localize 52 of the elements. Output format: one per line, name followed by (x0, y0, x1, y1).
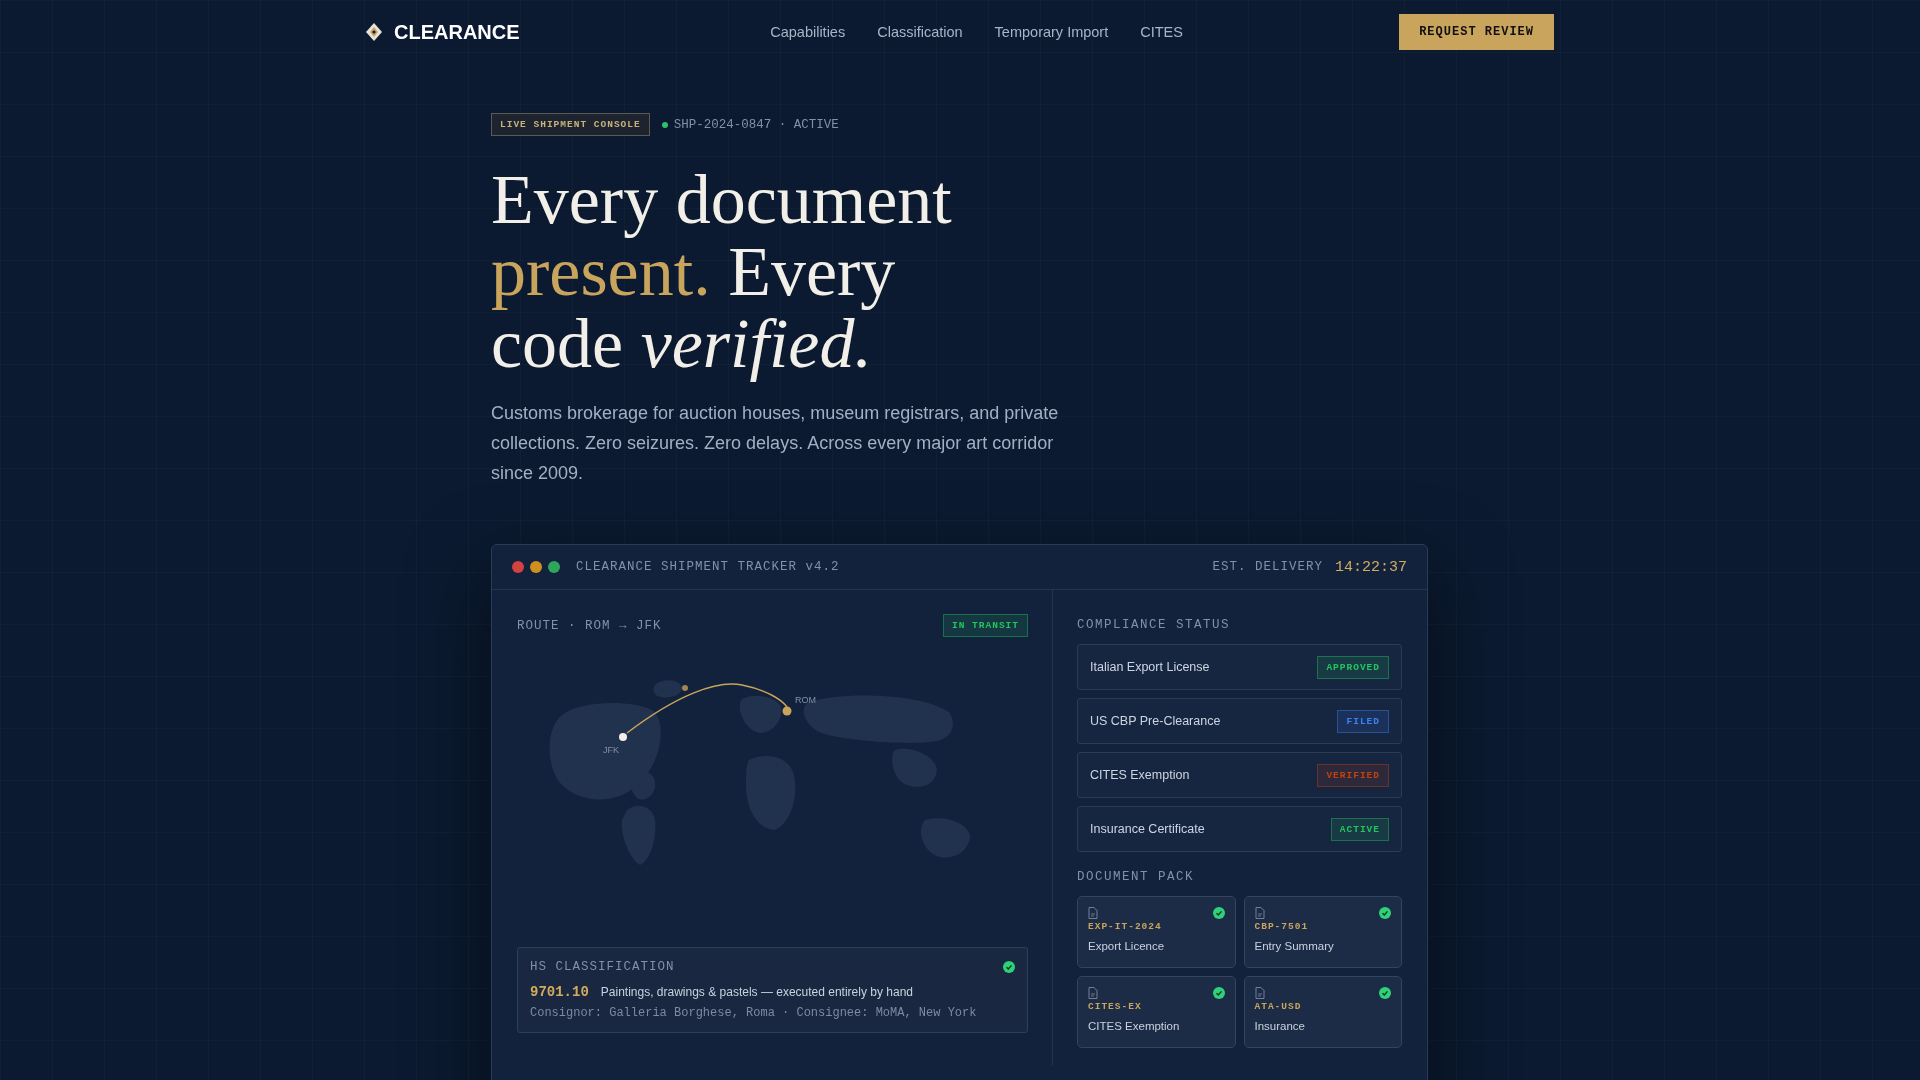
document-code: EXP-IT-2024 (1088, 921, 1163, 932)
transit-badge: IN TRANSIT (943, 614, 1028, 637)
nav-link[interactable]: CITES (1140, 24, 1183, 40)
document-name: Entry Summary (1254, 940, 1335, 952)
compliance-name: CITES Exemption (1090, 768, 1190, 782)
brand-name: CLEARANCE (394, 20, 520, 44)
hs-description: Paintings, drawings & pastels — executed entirely by hand (600, 985, 913, 999)
nav-link[interactable]: Classification (877, 24, 963, 40)
section-title: COMPLIANCE STATUS (1077, 618, 1232, 632)
status-badge: FILED (1337, 709, 1389, 733)
tracker-title: CLEARANCE SHIPMENT TRACKER v4.2 (576, 560, 840, 574)
classification-title: HS CLASSIFICATION (530, 960, 675, 974)
parties-text: Consignor: Galleria Borghese, Roma · Consignee: MoMA, New York (530, 1006, 978, 1020)
compliance-name: Insurance Certificate (1090, 822, 1205, 836)
status-badge: APPROVED (1317, 655, 1389, 679)
document-name: Insurance (1254, 1020, 1306, 1032)
request-review-button[interactable]: REQUEST REVIEW (1399, 14, 1554, 50)
document-card[interactable]: ATA-USD Insurance (1243, 976, 1402, 1048)
headline: Every document present. Every code verified. (491, 164, 953, 380)
compliance-name: US CBP Pre-Clearance (1090, 714, 1221, 728)
maximize-dot-icon (548, 561, 560, 573)
nav-link[interactable]: Capabilities (770, 24, 846, 40)
airport-label: JFK (603, 745, 619, 755)
status-badge: ACTIVE (1330, 817, 1389, 841)
hs-code: 9701.10 (530, 984, 589, 1000)
diamond-logo-icon (364, 22, 384, 42)
minimize-dot-icon (530, 561, 542, 573)
nav-link[interactable]: Temporary Import (994, 24, 1109, 40)
status-badge: VERIFIED (1317, 763, 1389, 787)
document-icon (1088, 987, 1098, 999)
close-dot-icon (512, 561, 524, 573)
shipment-status: SHP-2024-0847 · ACTIVE (673, 117, 839, 132)
route-label: ROUTE · ROM → JFK (517, 618, 662, 633)
delivery-label: EST. DELIVERY (1212, 560, 1323, 574)
document-card[interactable]: CITES-EX CITES Exemption (1077, 976, 1236, 1048)
section-title: DOCUMENT PACK (1077, 870, 1196, 884)
hero-description: Customs brokerage for auction houses, museum registrars, and private collections. Zero seizures. Zero delays. Across every major art corridor since 2009. (491, 402, 1060, 485)
document-icon (1088, 907, 1098, 919)
document-card[interactable]: CBP-7501 Entry Summary (1243, 896, 1402, 968)
document-card[interactable]: EXP-IT-2024 Export Licence (1077, 896, 1236, 968)
document-icon (1254, 907, 1265, 919)
document-icon (1254, 987, 1265, 999)
airport-label: ROM (795, 695, 816, 705)
compliance-name: Italian Export License (1090, 660, 1210, 674)
document-name: CITES Exemption (1088, 1020, 1181, 1032)
status-dot (661, 121, 668, 128)
document-code: ATA-USD (1254, 1001, 1303, 1012)
delivery-time: 14:22:37 (1335, 558, 1407, 576)
document-code: CBP-7501 (1254, 921, 1310, 932)
document-name: Export Licence (1088, 940, 1166, 952)
console-tag: LIVE SHIPMENT CONSOLE (491, 113, 650, 136)
document-code: CITES-EX (1088, 1001, 1143, 1012)
